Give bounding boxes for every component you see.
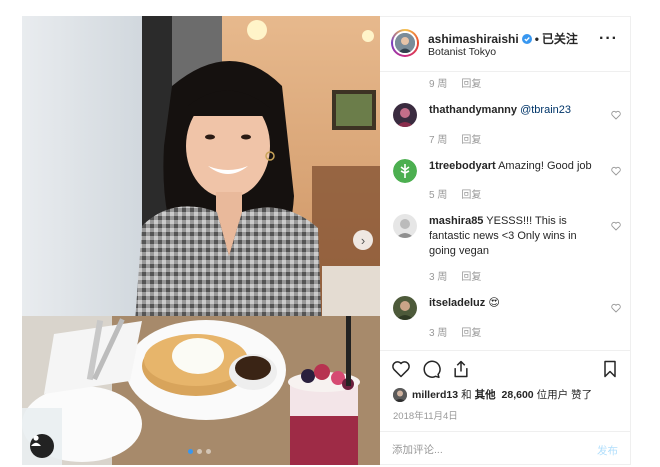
post-header: ashimashiraishi • 已关注 Botanist Tokyo ··· xyxy=(380,17,630,72)
liker-avatar-image xyxy=(393,387,407,402)
comment-meta: 3 周 回复 xyxy=(429,268,481,283)
comment-text: itseladeluz 😍 xyxy=(429,296,605,311)
commenter-avatar-image xyxy=(393,214,417,238)
post-date: 2018年11月4日 xyxy=(393,411,458,422)
author-avatar[interactable] xyxy=(391,29,419,57)
comments-list[interactable]: 9 周 回复 thathandymanny @tbrain23 7 周 回复 1… xyxy=(380,72,630,350)
commenter-avatar[interactable] xyxy=(393,103,417,127)
likes-summary: millerd13 和 其他 28,600 位用户 赞了 xyxy=(393,387,592,402)
like-comment-icon[interactable] xyxy=(611,110,621,120)
like-comment-icon[interactable] xyxy=(611,221,621,231)
post-actions: millerd13 和 其他 28,600 位用户 赞了 2018年11月4日 … xyxy=(380,350,630,466)
share-icon[interactable] xyxy=(451,359,471,379)
comment-icon[interactable] xyxy=(421,359,441,379)
author-avatar-image xyxy=(395,33,415,53)
carousel-dot xyxy=(206,449,211,454)
author-username[interactable]: ashimashiraishi xyxy=(428,32,519,46)
comment-age: 9 周 xyxy=(429,79,448,90)
photo-scene xyxy=(22,16,380,465)
follow-status-button[interactable]: 已关注 xyxy=(542,30,578,47)
comment-meta: 9 周 回复 xyxy=(429,75,481,90)
header-separator: • xyxy=(534,31,539,46)
comment-username[interactable]: 1treebodyart xyxy=(429,160,496,172)
comment-input[interactable] xyxy=(392,440,572,460)
post-details-panel: ashimashiraishi • 已关注 Botanist Tokyo ···… xyxy=(380,16,631,465)
likes-connector: 和 xyxy=(461,389,472,401)
likes-others-prefix: 其他 xyxy=(474,389,496,401)
commenter-avatar-image xyxy=(393,103,417,127)
reply-button[interactable]: 回复 xyxy=(461,324,481,339)
commenter-avatar[interactable] xyxy=(393,296,417,320)
commenter-avatar-image xyxy=(393,296,417,320)
comment-meta: 5 周 回复 xyxy=(429,186,481,201)
location-link[interactable]: Botanist Tokyo xyxy=(428,46,496,58)
tree-logo-icon xyxy=(393,159,417,183)
carousel-dot xyxy=(188,449,193,454)
next-photo-button[interactable]: › xyxy=(353,230,373,250)
like-comment-icon[interactable] xyxy=(611,166,621,176)
liker-username[interactable]: millerd13 xyxy=(412,389,458,401)
person-icon xyxy=(31,435,41,446)
commenter-avatar[interactable] xyxy=(393,159,417,183)
comment-body: Amazing! Good job xyxy=(498,160,592,172)
likes-count: 28,600 xyxy=(501,389,534,401)
reply-button[interactable]: 回复 xyxy=(461,131,481,146)
comment-text: thathandymanny @tbrain23 xyxy=(429,103,605,118)
like-comment-icon[interactable] xyxy=(611,303,621,313)
bookmark-icon[interactable] xyxy=(600,359,620,379)
comment-text: mashira85 YESSS!!! This is fantastic new… xyxy=(429,214,605,259)
comment-username[interactable]: mashira85 xyxy=(429,215,483,227)
reply-button[interactable]: 回复 xyxy=(461,268,481,283)
heart-icon[interactable] xyxy=(391,359,411,379)
verified-badge-icon xyxy=(521,33,532,44)
comment-age: 5 周 xyxy=(429,190,448,201)
likes-others-link[interactable]: 其他 28,600 xyxy=(475,387,534,402)
more-options-icon[interactable]: ··· xyxy=(599,31,618,47)
user-tag-button[interactable] xyxy=(30,434,54,458)
comment-age: 3 周 xyxy=(429,328,448,339)
likes-suffix: 位用户 赞了 xyxy=(536,389,593,401)
commenter-avatar[interactable] xyxy=(393,214,417,238)
comment-mention[interactable]: @tbrain23 xyxy=(520,104,571,116)
reply-button[interactable]: 回复 xyxy=(461,75,481,90)
comment-username[interactable]: itseladeluz xyxy=(429,297,485,309)
carousel-dot xyxy=(197,449,202,454)
comment-meta: 3 周 回复 xyxy=(429,324,481,339)
comment-age: 7 周 xyxy=(429,135,448,146)
author-line: ashimashiraishi • 已关注 xyxy=(428,30,578,47)
add-comment-bar: 发布 xyxy=(380,431,630,467)
reply-button[interactable]: 回复 xyxy=(461,186,481,201)
comment-age: 3 周 xyxy=(429,272,448,283)
post-comment-button[interactable]: 发布 xyxy=(597,443,618,458)
carousel-dots xyxy=(188,449,211,454)
comment-username[interactable]: thathandymanny xyxy=(429,104,517,116)
comment-body: 😍 xyxy=(488,297,500,309)
liker-avatar[interactable] xyxy=(393,387,407,402)
post-photo[interactable]: › xyxy=(22,16,380,465)
comment-text: 1treebodyart Amazing! Good job xyxy=(429,159,605,174)
comment-meta: 7 周 回复 xyxy=(429,131,481,146)
